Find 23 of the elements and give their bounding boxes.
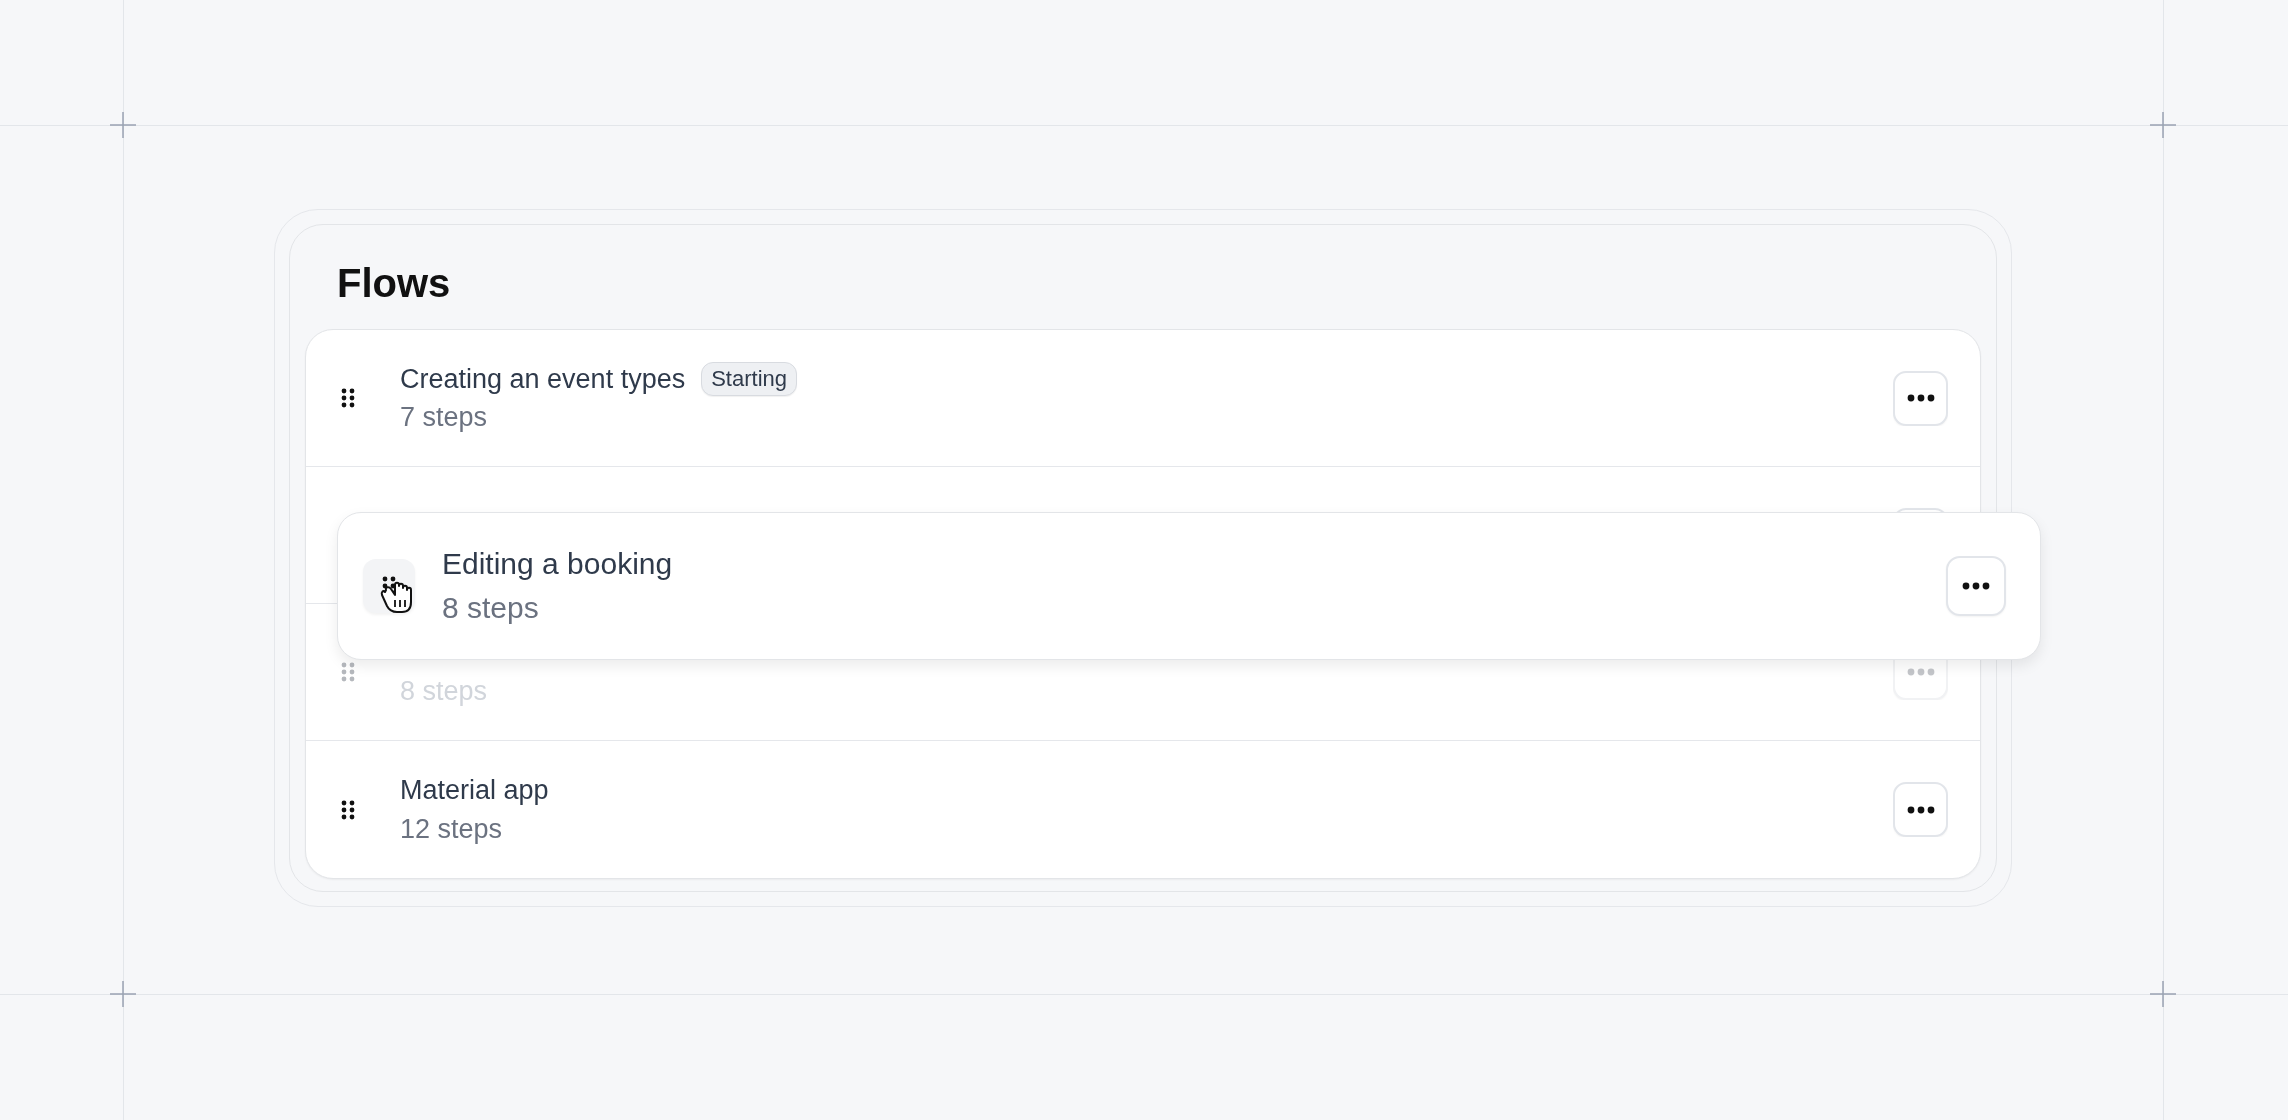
step-count: 8 steps bbox=[442, 591, 540, 625]
crosshair-icon bbox=[2150, 981, 2176, 1007]
more-button[interactable] bbox=[1893, 370, 1948, 426]
drag-handle-icon[interactable] bbox=[341, 799, 355, 820]
ellipsis-icon bbox=[1961, 582, 1991, 590]
panel-title: Flows bbox=[337, 260, 451, 306]
more-button[interactable] bbox=[1946, 556, 2006, 616]
crosshair-icon bbox=[110, 981, 136, 1007]
crosshair-icon bbox=[2150, 112, 2176, 138]
status-badge: Starting bbox=[701, 362, 797, 396]
crosshair-icon bbox=[110, 112, 136, 138]
step-count: 12 steps bbox=[400, 813, 504, 846]
more-button[interactable] bbox=[1893, 782, 1948, 837]
drag-handle-icon[interactable] bbox=[341, 388, 355, 408]
flow-title: Editing a booking bbox=[442, 547, 674, 581]
step-count: 7 steps bbox=[400, 402, 489, 434]
flow-title: Material app bbox=[400, 775, 549, 806]
dragged-flow-card[interactable]: Editing a booking 8 steps bbox=[337, 512, 2041, 660]
flow-title: Creating an event types bbox=[400, 363, 686, 395]
ellipsis-icon bbox=[1906, 668, 1935, 676]
ellipsis-icon bbox=[1906, 394, 1935, 402]
drag-handle-icon[interactable] bbox=[341, 662, 355, 682]
ellipsis-icon bbox=[1906, 805, 1935, 814]
